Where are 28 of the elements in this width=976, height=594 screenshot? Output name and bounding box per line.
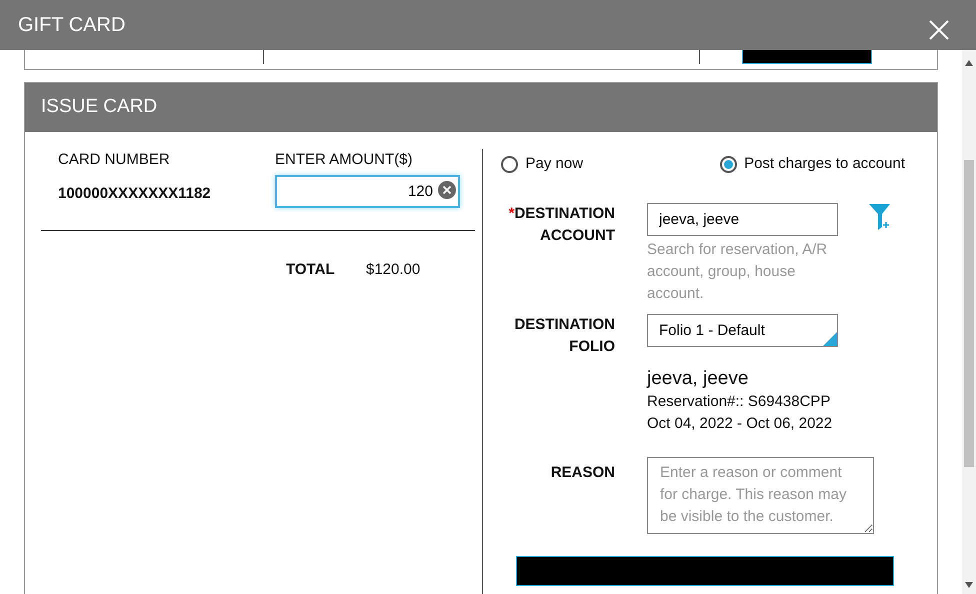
search-hint: Search for reservation, A/R account, group, house account. xyxy=(647,240,828,304)
dialog-title: GIFT CARD xyxy=(18,13,126,38)
reservation-number: Reservation#:: S69438CPP xyxy=(647,392,832,412)
total-label: TOTAL xyxy=(286,260,336,280)
close-icon xyxy=(928,18,950,41)
destination-folio-label: DESTINATION FOLIO xyxy=(513,315,615,358)
folio-dropdown[interactable]: Folio 1 - Default xyxy=(647,314,838,348)
destination-account-label: *DESTINATION ACCOUNT xyxy=(508,204,615,246)
amount-field[interactable]: 120 xyxy=(275,174,460,208)
reason-field[interactable]: Enter a reason or comment for charge. This reason may be visible to the customer. xyxy=(647,457,874,534)
guest-name: jeeva, jeeve xyxy=(647,367,750,392)
total-amount: $120.00 xyxy=(366,260,420,280)
filter-add-icon[interactable] xyxy=(868,202,893,230)
reason-label: REASON xyxy=(550,463,615,484)
scroll-down-icon[interactable] xyxy=(965,582,973,588)
scroll-up-icon[interactable] xyxy=(965,60,973,66)
card-number: 100000XXXXXXX1182 xyxy=(58,184,212,204)
scrollbar[interactable] xyxy=(962,50,976,594)
stay-dates: Oct 04, 2022 - Oct 06, 2022 xyxy=(647,414,834,434)
amount-label: ENTER AMOUNT($) xyxy=(275,150,414,170)
clear-icon[interactable] xyxy=(438,180,456,199)
panel-title: ISSUE CARD xyxy=(41,95,158,120)
card-number-label: CARD NUMBER xyxy=(58,150,171,170)
issue-card-button[interactable] xyxy=(742,50,872,64)
destination-account-field[interactable]: jeeva, jeeve xyxy=(647,202,838,236)
payment-option-radio[interactable]: Pay now xyxy=(501,153,584,176)
payment-option-radio[interactable]: Post charges to account xyxy=(720,153,905,176)
add-charge-button[interactable] xyxy=(516,556,894,586)
